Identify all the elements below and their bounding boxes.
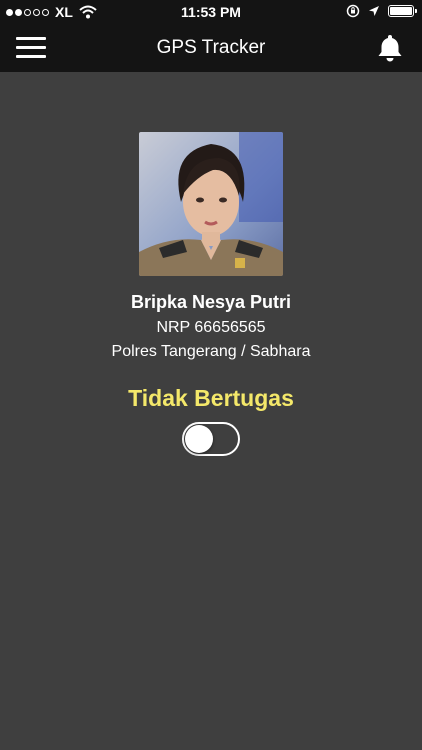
duty-toggle[interactable] bbox=[182, 422, 240, 456]
profile-section: Bripka Nesya Putri NRP 66656565 Polres T… bbox=[0, 132, 422, 456]
bell-icon bbox=[378, 35, 402, 62]
nav-bar: GPS Tracker bbox=[0, 24, 422, 72]
profile-photo bbox=[139, 132, 283, 276]
officer-name: Bripka Nesya Putri bbox=[130, 292, 292, 312]
rotation-lock-icon bbox=[346, 4, 360, 18]
officer-nrp: NRP 66656565 bbox=[156, 319, 266, 336]
notification-button[interactable] bbox=[376, 33, 404, 63]
officer-unit: Polres Tangerang / Sabhara bbox=[111, 343, 311, 360]
battery-icon bbox=[388, 5, 417, 17]
location-arrow-icon bbox=[369, 6, 379, 16]
page-title: GPS Tracker bbox=[156, 37, 266, 58]
status-bar: XL 11:53 PM bbox=[0, 0, 422, 24]
status-bar-right bbox=[346, 4, 417, 18]
toggle-knob bbox=[185, 425, 213, 453]
menu-button[interactable] bbox=[16, 37, 46, 59]
duty-status-label: Tidak Bertugas bbox=[128, 385, 294, 411]
